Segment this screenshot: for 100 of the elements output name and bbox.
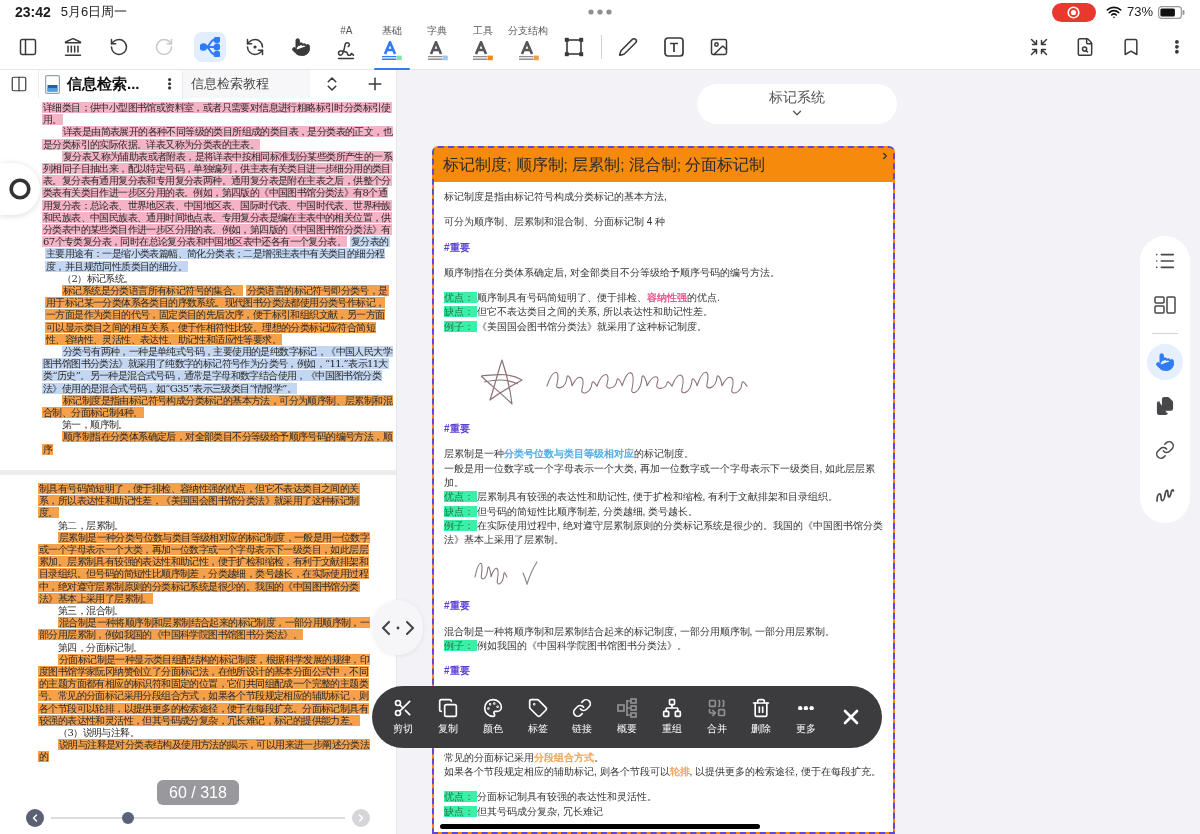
note-text: 优点： 层累制具有较强的表达性和助记性, 便于扩检和缩检, 有利于文献排架和目录组织。	[444, 490, 840, 505]
note-text: 优点： 顺序制具有号码简短明了、便于排检、容纳性强的优点.	[444, 291, 721, 306]
color-button[interactable]: 颜色	[470, 691, 516, 742]
note-text: 混合制是一种将顺序制和层累制结合起来的标记制度, 一部分用顺序制, 一部分用层累制。	[444, 624, 837, 639]
trash-icon	[751, 698, 772, 719]
document-search-icon	[1075, 37, 1095, 57]
more-icon	[1175, 40, 1179, 54]
battery-icon	[1158, 5, 1185, 19]
document-paragraph: （2）标记系统。	[61, 272, 135, 285]
clock-time: 23:42	[15, 4, 51, 20]
crop-frame-icon	[563, 37, 584, 57]
document-paragraph: 分类号有两种，一种是单纯式号码，主要使用的是纯数字标记，《中国人民大学图书馆图书分类法》就采用了纯数字的标记符号作为分类号，例如，“11.”表示11大类“历史”。另一种是混合式号码，通常是字母和数字结合使用，《中国图书馆分类法》使用的是混合式号码，如“G35”表示三级类目“情报学”。	[42, 346, 392, 395]
document-paragraph: 顺序制指在分类体系确定后，对全部类目不分等级给予顺序号码的编号方法，顺序	[42, 431, 392, 456]
document-paragraph: （3）说明与注释。	[57, 726, 140, 739]
bank-icon	[63, 37, 84, 57]
pointer-hand-icon	[1155, 352, 1175, 372]
palette-icon	[482, 698, 503, 719]
link-icon	[1155, 440, 1175, 460]
bracket-boxes-icon	[617, 698, 638, 719]
style-tab[interactable]: 工具	[460, 24, 506, 70]
document-paragraph: 层累制是一种分类号位数与类目等级相对应的标记制度，一般是用一位数字或一个字母表示一个大类，再加一位数字或一个字母表示下一级类目，如此层层累加。层累制具有较强的表达性和助记性，便于扩检和缩检，有利于文献排架和目录组织。但号码的简短性比顺序制差，分类越细，类号越长，在实际使用过程中，绝对遵守层累制原则的分类标记系统是很少的。我国的《中国图书馆分类法》基本上采用了层累制。	[38, 531, 370, 605]
text-box-icon	[663, 37, 684, 57]
note-text: 层累制是一种分类号位数与类目等级相对应的标记制度。	[444, 447, 695, 462]
note-text: 缺点： 但号码的简短性比顺序制差, 分类越细, 类号越长。	[444, 504, 700, 519]
letter-a-icon	[517, 40, 539, 61]
style-tab[interactable]: 字典	[414, 24, 460, 70]
page-slider[interactable]	[51, 812, 345, 824]
card-title: 标记制度; 顺序制; 层累制; 混合制; 分面标记制	[443, 155, 766, 176]
pointer-mode-button[interactable]	[1147, 344, 1183, 380]
record-icon	[1067, 5, 1081, 19]
note-text: 标记制度是指由标记符号构成分类标记的基本方法,	[444, 190, 668, 204]
pointer-hand-icon	[290, 37, 311, 57]
cut-button[interactable]: 剪切	[381, 691, 426, 742]
note-text: 优点： 分面标记制具有较强的表达性和灵活性。	[444, 790, 658, 805]
style-tab[interactable]: 分支结构	[505, 24, 551, 70]
link-icon	[572, 698, 593, 719]
image-icon	[709, 37, 730, 57]
hierarchy-icon	[661, 698, 682, 719]
note-text: 一般是用一位数字或一个字母表示一个大类, 再加一位数字或一个字母表示下一级类目, 如此层层累加。	[444, 461, 877, 490]
document-paragraph: 详细类目；供中小型图书馆或资料室，或者只需要对信息进行粗略标引时分类标引使用。	[42, 102, 392, 126]
sidebar-icon	[17, 37, 38, 57]
delete-button[interactable]: 删除	[738, 691, 784, 742]
rotate-arrows-icon	[245, 37, 266, 57]
letter-a-icon	[426, 40, 448, 61]
hand-drawn-star	[480, 358, 524, 407]
chevron-right-icon	[880, 151, 890, 161]
note-text: 例子： 例如我国的《中国科学院图书馆图书分类法》。	[444, 639, 688, 654]
pen-icon	[618, 37, 639, 57]
tab-title: 信息检索...	[67, 73, 140, 94]
note-text: 例子： 在实际使用过程中, 绝对遵守层累制原则的分类标记系统是很少的。我国的《中国图书馆分类法》基本上采用了层累制。	[444, 518, 883, 548]
note-text: 常见的分面标记采用分段组合方式。	[444, 750, 605, 765]
note-text: 可分为顺序制、层累制和混合制、分面标记制 4 种	[444, 215, 667, 230]
more-button[interactable]: 更多	[783, 691, 829, 742]
recording-indicator[interactable]	[1051, 2, 1096, 22]
document-tab[interactable]: 信息检索...	[38, 70, 183, 98]
layout-icon	[1154, 296, 1176, 314]
copy-button[interactable]: 复制	[425, 691, 471, 742]
style-tab[interactable]: 基础	[369, 24, 415, 70]
hashtag[interactable]: #重要	[444, 240, 470, 255]
document-paragraph: 标记制度是指由标记符号构成分类标记的基本方法，可分为顺序制、层累制和混合制、分面标记制4种。	[42, 394, 392, 419]
link-button[interactable]: 链接	[559, 691, 605, 742]
wifi-icon	[1105, 4, 1122, 20]
document-tab[interactable]: 信息检索教程	[183, 70, 310, 98]
tag-button[interactable]: 标签	[515, 691, 560, 742]
hand-drawn-tick	[522, 561, 538, 586]
three-dots-icon	[588, 9, 612, 15]
more-icon	[168, 78, 172, 90]
slider-thumb[interactable]	[121, 812, 134, 824]
document-paragraph: 第二，层累制。	[57, 519, 125, 532]
more-icon	[798, 705, 814, 711]
mindmap-icon	[199, 37, 220, 57]
signature-icon	[336, 40, 357, 61]
tag-icon	[527, 698, 548, 719]
letter-a-icon	[472, 40, 494, 61]
mindmap-button[interactable]	[193, 32, 226, 62]
split-view-icon	[10, 75, 28, 93]
document-paragraph: 复分表又称为辅助表或者附表，是将详表中按相同标准划分某些类所产生的一系列相同子目抽出来，配以特定号码，单独编列，供主表有关类目进一步细分用的类目表。复分表有通用复分表和专用复分表两种。通用复分表是附在主表之后，供整个分类表有关类目作进一步区分用的表。例如，第四版的《中国图书馆分类法》有8个通用复分表：总论表、世界地区表、中国地区表、国际时代表、中国时代表、世界种族和民族表、中国民族表、通用时间地点表。专用复分表是编在主表中的相关位置，供分类表中的某些类目作进一步区分用的表。例如，第四版的《中国图书馆分类法》有67个专类复分表，同时在总论复分表和中国地区表中还各有一个复分表。 复分表的主要用途有：一是缩小类表篇幅、简化分类表；二是增强主表中有关类目的细分程度，并且规范同性质类目的细分。	[42, 150, 392, 273]
regroup-button[interactable]: 重组	[649, 691, 695, 742]
tab-title: 信息检索教程	[191, 75, 269, 94]
document-paragraph: 说明与注释是对分类表结构及使用方法的揭示，可以用来进一步阐述分类法的	[38, 739, 370, 764]
document-paragraph: 详表是由简表展开的各种不同等级的类目所组成的类目表，是分类表的正文，也是分类标引的实际依据。详表又称为分类表的主表。	[42, 126, 392, 151]
copy-icon	[438, 698, 459, 719]
date-text: 5月6日周一	[60, 4, 128, 20]
note-text: 缺点： 但它不表达类目之间的关系, 所以表达性和助记性差。	[444, 305, 714, 320]
redo-icon	[154, 37, 175, 57]
ring-icon	[9, 178, 31, 200]
hashtag[interactable]: #重要	[444, 599, 470, 614]
style-tab[interactable]: #A	[323, 24, 369, 70]
hashtag[interactable]: #重要	[444, 664, 470, 679]
files-icon	[1155, 396, 1175, 416]
document-paragraph: 第四，分面标记制。	[57, 641, 144, 654]
branch-selector[interactable]: 标记系统	[697, 84, 897, 124]
previous-page-button[interactable]	[26, 809, 44, 827]
document-paragraph: 第三，混合制。	[57, 604, 125, 618]
hashtag[interactable]: #重要	[444, 422, 470, 437]
document-paragraph: 标记系统是分类语言所有标记符号的集合。 分类语言的标记符号即分类号，是用于标记某一分类体系各类目的序数系统。现代图书分类法都使用分类号作标记，一方面是作为类目的代号，固定类目的先后次序，便于标引和组织文献，另一方面可以显示类目之间的相互关系，便于作相符性比较。理想的分类标记应符合简短性、容纳性、灵活性、表达性、助记性和适应性等要求。	[44, 285, 390, 346]
merge-icon	[706, 698, 727, 719]
battery-percent: 73%	[1126, 4, 1153, 20]
left-right-chevrons-icon	[381, 620, 415, 635]
document-paragraph: 混合制是一种将顺序制和层累制结合起来的标记制度，一部分用顺序制，一部分用层累制，例如我国的《中国科学院图书馆图书分类法》。	[38, 617, 370, 642]
